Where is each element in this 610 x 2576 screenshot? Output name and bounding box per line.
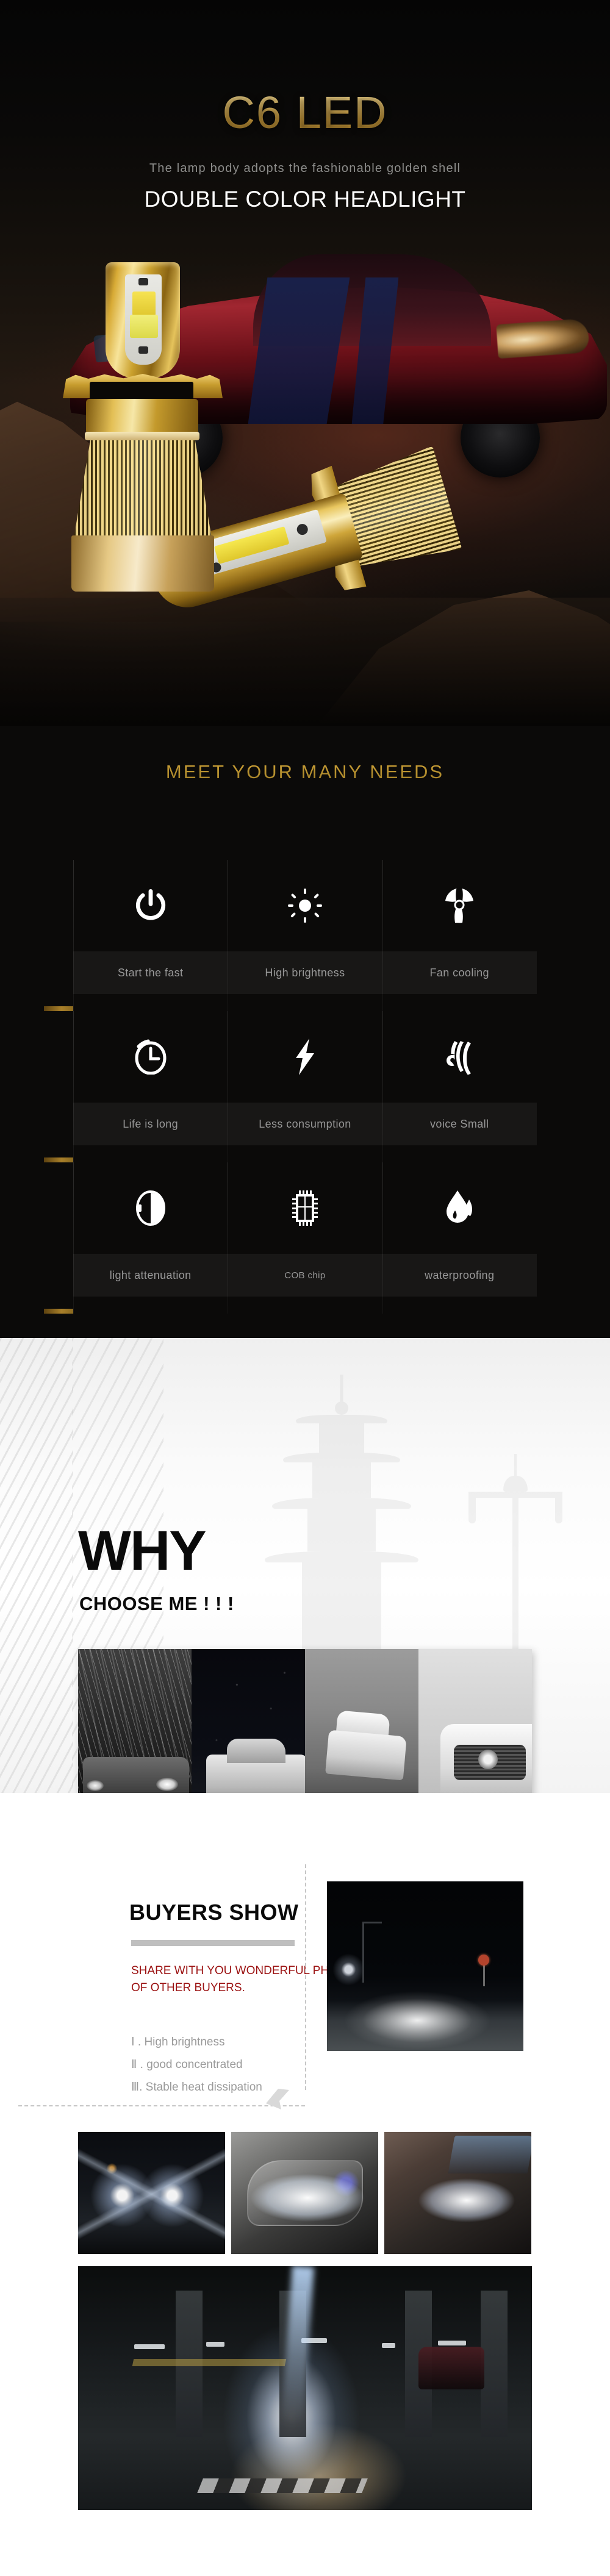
background-street-lamp — [464, 1454, 567, 1680]
scene-card-snowy-day[interactable] — [418, 1649, 532, 1793]
scene-card-night[interactable] — [192, 1649, 305, 1793]
scene-car-emblem — [478, 1750, 498, 1769]
arrow-pointer-icon — [264, 2085, 292, 2113]
buyer-photo-parking-garage-beam[interactable] — [78, 2266, 532, 2510]
brightness-sun-icon — [287, 860, 322, 951]
why-title: WHY — [78, 1520, 207, 1582]
bulb-ring — [85, 432, 199, 440]
hero-text-block: C6 LED The lamp body adopts the fashiona… — [0, 0, 610, 212]
contrast-circle-icon — [135, 1162, 167, 1254]
features-row: light attenuation COB chip waterproofing — [44, 1162, 537, 1314]
hero-section: C6 LED The lamp body adopts the fashiona… — [0, 0, 610, 726]
feature-label: Less consumption — [228, 1103, 382, 1145]
chip-icon — [290, 1162, 320, 1254]
feature-card-cob-chip[interactable]: COB chip — [228, 1162, 382, 1314]
bulb-neck — [86, 399, 198, 434]
hero-subtitle: The lamp body adopts the fashionable gol… — [149, 162, 461, 175]
fan-icon — [443, 860, 476, 951]
dashed-divider-horizontal — [18, 2105, 305, 2106]
hero-headline: DOUBLE COLOR HEADLIGHT — [144, 187, 466, 212]
feature-label: Life is long — [73, 1103, 228, 1145]
bulb-cob-emitter — [130, 315, 158, 338]
feature-card-less-consumption[interactable]: Less consumption — [228, 1011, 382, 1162]
scene-car-roof — [227, 1739, 285, 1763]
bulb-base — [71, 535, 214, 592]
why-choose-section: WHY CHOOSE ME ! ! ! — [0, 1338, 610, 1793]
buyer-photo-headlight-closeup-blue[interactable] — [231, 2132, 378, 2254]
features-title: MEET YOUR MANY NEEDS — [0, 726, 610, 783]
feature-label: Start the fast — [73, 951, 228, 994]
bulb-heatsink-fins — [74, 440, 212, 538]
clock-icon — [134, 1011, 168, 1103]
buyer-photo-night-road-beam[interactable] — [327, 1881, 523, 2051]
features-section: MEET YOUR MANY NEEDS Start the fast High… — [0, 726, 610, 1338]
sound-wave-icon — [443, 1011, 475, 1103]
bulb-screw — [138, 278, 148, 285]
feature-card-start-the-fast[interactable]: Start the fast — [73, 860, 228, 1011]
feature-card-voice-small[interactable]: voice Small — [382, 1011, 537, 1162]
water-drop-icon — [444, 1162, 475, 1254]
row-accent-bar — [44, 1006, 73, 1011]
car-headlight — [496, 318, 590, 359]
scene-card-rainy-day[interactable] — [78, 1649, 192, 1793]
buyers-point: Ⅱ . good concentrated — [131, 2058, 243, 2072]
background-pagoda — [262, 1375, 421, 1692]
row-accent-bar — [44, 1309, 73, 1314]
dashed-divider-vertical — [305, 1864, 306, 2090]
feature-card-high-brightness[interactable]: High brightness — [228, 860, 382, 1011]
led-bulb-upright — [58, 262, 229, 592]
background-building-left — [0, 1338, 73, 1793]
weather-scene-strip — [78, 1649, 532, 1793]
feature-label: COB chip — [228, 1254, 382, 1297]
feature-card-waterproofing[interactable]: waterproofing — [382, 1162, 537, 1314]
bulb-cob-emitter — [132, 292, 156, 316]
feature-card-light-attenuation[interactable]: light attenuation — [73, 1162, 228, 1314]
buyer-photo-car-headlight-on-wall[interactable] — [384, 2132, 531, 2254]
scene-headlight-beam — [156, 1778, 178, 1791]
feature-label: Fan cooling — [382, 951, 537, 994]
buyer-photo-van-front-headlights[interactable] — [78, 2132, 225, 2254]
feature-card-fan-cooling[interactable]: Fan cooling — [382, 860, 537, 1011]
title-underline-rule — [131, 1940, 295, 1946]
bulb-flange-slot — [90, 382, 193, 400]
feature-label: waterproofing — [382, 1254, 537, 1297]
row-accent-bar — [44, 1157, 73, 1162]
feature-label: voice Small — [382, 1103, 537, 1145]
features-row: Life is long Less consumption voice Smal… — [44, 1011, 537, 1162]
features-row: Start the fast High brightness Fan cooli… — [44, 860, 537, 1011]
lightning-bolt-icon — [293, 1011, 317, 1103]
features-grid: Start the fast High brightness Fan cooli… — [44, 860, 537, 1314]
power-icon — [134, 860, 167, 951]
why-subtitle: CHOOSE ME ! ! ! — [79, 1593, 234, 1614]
feature-label: High brightness — [228, 951, 382, 994]
buyer-photo-row — [78, 2132, 532, 2254]
feature-label: light attenuation — [73, 1254, 228, 1297]
page-title: C6 LED — [0, 87, 610, 138]
bulb-screw — [138, 346, 148, 354]
scene-car — [325, 1730, 407, 1781]
feature-card-life-is-long[interactable]: Life is long — [73, 1011, 228, 1162]
buyers-point: Ⅲ. Stable heat dissipation — [131, 2081, 262, 2094]
scene-card-the-fog[interactable] — [305, 1649, 418, 1793]
buyers-show-title: BUYERS SHOW — [129, 1900, 299, 1925]
scene-headlight-beam — [87, 1780, 104, 1791]
